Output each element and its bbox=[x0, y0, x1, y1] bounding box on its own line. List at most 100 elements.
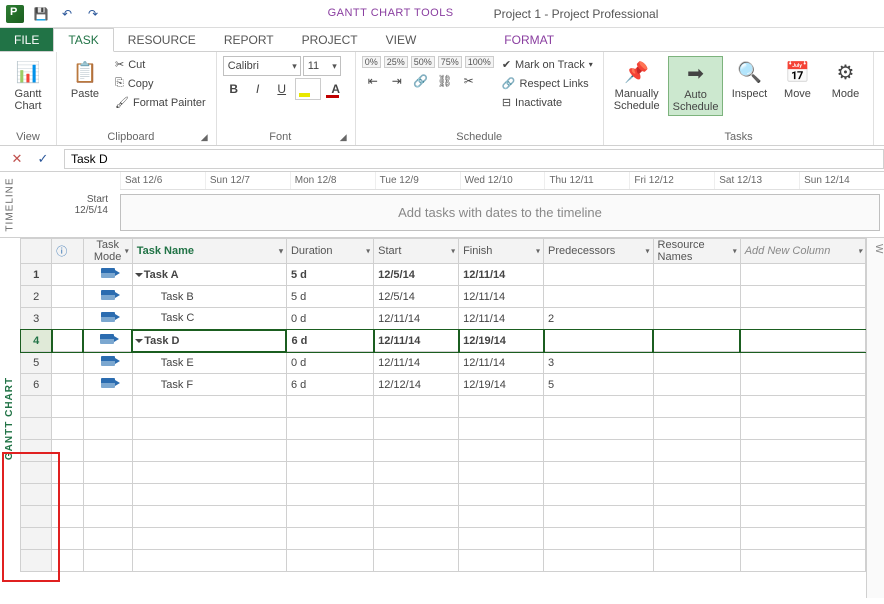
format-painter-button[interactable]: 🖌Format Painter bbox=[111, 94, 210, 111]
col-duration[interactable]: Duration▾ bbox=[286, 239, 373, 264]
row-number[interactable]: 1 bbox=[21, 264, 52, 286]
res-cell[interactable] bbox=[653, 484, 740, 506]
start-cell[interactable]: 12/5/14 bbox=[374, 286, 459, 308]
row-number[interactable]: 3 bbox=[21, 308, 52, 330]
predecessors-cell[interactable]: 3 bbox=[544, 352, 654, 374]
unlink-button[interactable]: ⛓ bbox=[434, 70, 456, 92]
ind-cell[interactable] bbox=[52, 550, 83, 572]
task-mode-cell[interactable] bbox=[83, 308, 132, 330]
add-cell[interactable] bbox=[740, 374, 865, 396]
tab-report[interactable]: REPORT bbox=[210, 28, 288, 51]
underline-button[interactable]: U bbox=[271, 78, 293, 100]
table-row[interactable] bbox=[21, 462, 866, 484]
duration-cell[interactable] bbox=[286, 418, 373, 440]
predecessors-cell[interactable] bbox=[544, 286, 654, 308]
task-mode-cell[interactable] bbox=[83, 286, 132, 308]
duration-cell[interactable] bbox=[286, 484, 373, 506]
row-number[interactable] bbox=[21, 418, 52, 440]
res-cell[interactable] bbox=[653, 374, 740, 396]
add-cell[interactable] bbox=[740, 308, 865, 330]
col-task-name[interactable]: Task Name▾ bbox=[132, 239, 286, 264]
add-cell[interactable] bbox=[740, 418, 865, 440]
ind-cell[interactable] bbox=[52, 264, 83, 286]
manually-schedule-button[interactable]: 📌 Manually Schedule bbox=[610, 56, 664, 114]
duration-cell[interactable] bbox=[286, 506, 373, 528]
col-task-mode[interactable]: Task Mode▾ bbox=[83, 239, 132, 264]
res-cell[interactable] bbox=[653, 264, 740, 286]
tab-resource[interactable]: RESOURCE bbox=[114, 28, 210, 51]
col-rownum[interactable] bbox=[21, 239, 52, 264]
add-cell[interactable] bbox=[740, 484, 865, 506]
finish-cell[interactable] bbox=[459, 528, 544, 550]
duration-cell[interactable]: 5 d bbox=[286, 286, 373, 308]
font-color-button[interactable]: A bbox=[323, 78, 349, 100]
predecessors-cell[interactable] bbox=[544, 264, 654, 286]
ind-cell[interactable] bbox=[52, 374, 83, 396]
ind-cell[interactable] bbox=[52, 440, 83, 462]
start-cell[interactable] bbox=[374, 484, 459, 506]
predecessors-cell[interactable]: 2 bbox=[544, 308, 654, 330]
res-cell[interactable] bbox=[653, 418, 740, 440]
duration-cell[interactable]: 0 d bbox=[286, 308, 373, 330]
res-cell[interactable] bbox=[653, 440, 740, 462]
duration-cell[interactable] bbox=[286, 550, 373, 572]
table-row[interactable] bbox=[21, 396, 866, 418]
fill-color-button[interactable] bbox=[295, 78, 321, 100]
mode-button[interactable]: ⚙ Mode bbox=[823, 56, 867, 102]
col-predecessors[interactable]: Predecessors▾ bbox=[544, 239, 654, 264]
table-row[interactable]: 5Task E0 d12/11/1412/11/143 bbox=[21, 352, 866, 374]
finish-cell[interactable]: 12/11/14 bbox=[459, 286, 544, 308]
cut-button[interactable]: ✂Cut bbox=[111, 56, 210, 73]
task-mode-cell[interactable] bbox=[83, 352, 132, 374]
tab-view[interactable]: VIEW bbox=[372, 28, 431, 51]
col-resource-names[interactable]: Resource Names▾ bbox=[653, 239, 740, 264]
start-cell[interactable] bbox=[374, 506, 459, 528]
row-number[interactable] bbox=[21, 462, 52, 484]
finish-cell[interactable] bbox=[459, 550, 544, 572]
start-cell[interactable] bbox=[374, 396, 459, 418]
predecessors-cell[interactable] bbox=[544, 506, 654, 528]
res-cell[interactable] bbox=[653, 506, 740, 528]
ind-cell[interactable] bbox=[52, 330, 83, 352]
inspect-button[interactable]: 🔍 Inspect bbox=[727, 56, 771, 102]
ind-cell[interactable] bbox=[52, 506, 83, 528]
start-cell[interactable]: 12/5/14 bbox=[374, 264, 459, 286]
start-cell[interactable] bbox=[374, 440, 459, 462]
ind-cell[interactable] bbox=[52, 484, 83, 506]
duration-cell[interactable] bbox=[286, 528, 373, 550]
expand-icon[interactable] bbox=[135, 273, 143, 277]
start-cell[interactable]: 12/12/14 bbox=[374, 374, 459, 396]
table-row[interactable]: 1Task A5 d12/5/1412/11/14 bbox=[21, 264, 866, 286]
res-cell[interactable] bbox=[653, 352, 740, 374]
ind-cell[interactable] bbox=[52, 528, 83, 550]
tab-project[interactable]: PROJECT bbox=[288, 28, 372, 51]
link-button[interactable]: 🔗 bbox=[410, 70, 432, 92]
ind-cell[interactable] bbox=[52, 308, 83, 330]
add-cell[interactable] bbox=[740, 330, 865, 352]
task-name-cell[interactable]: Task B bbox=[132, 286, 286, 308]
task-mode-cell[interactable] bbox=[83, 528, 132, 550]
table-row[interactable]: 3Task C0 d12/11/1412/11/142 bbox=[21, 308, 866, 330]
row-number[interactable] bbox=[21, 550, 52, 572]
task-name-cell[interactable]: Task C bbox=[132, 308, 286, 330]
italic-button[interactable]: I bbox=[247, 78, 269, 100]
finish-cell[interactable]: 12/11/14 bbox=[459, 308, 544, 330]
row-number[interactable] bbox=[21, 506, 52, 528]
gantt-chart-button[interactable]: 📊 Gantt Chart bbox=[6, 56, 50, 114]
task-name-cell[interactable]: Task A bbox=[132, 264, 286, 286]
accept-entry-icon[interactable]: ✓ bbox=[34, 150, 52, 168]
task-mode-cell[interactable] bbox=[83, 440, 132, 462]
res-cell[interactable] bbox=[653, 308, 740, 330]
duration-cell[interactable]: 5 d bbox=[286, 264, 373, 286]
task-name-cell[interactable] bbox=[132, 550, 286, 572]
undo-icon[interactable]: ↶ bbox=[58, 5, 76, 23]
font-size-combo[interactable]: 11▾ bbox=[303, 56, 341, 76]
col-start[interactable]: Start▾ bbox=[374, 239, 459, 264]
finish-cell[interactable]: 12/19/14 bbox=[459, 330, 544, 352]
start-cell[interactable]: 12/11/14 bbox=[374, 330, 459, 352]
cancel-entry-icon[interactable]: ✕ bbox=[8, 150, 26, 168]
pct-25-button[interactable]: 25% bbox=[384, 56, 408, 68]
tab-file[interactable]: FILE bbox=[0, 28, 53, 51]
res-cell[interactable] bbox=[653, 396, 740, 418]
indent-button[interactable]: ⇥ bbox=[386, 70, 408, 92]
